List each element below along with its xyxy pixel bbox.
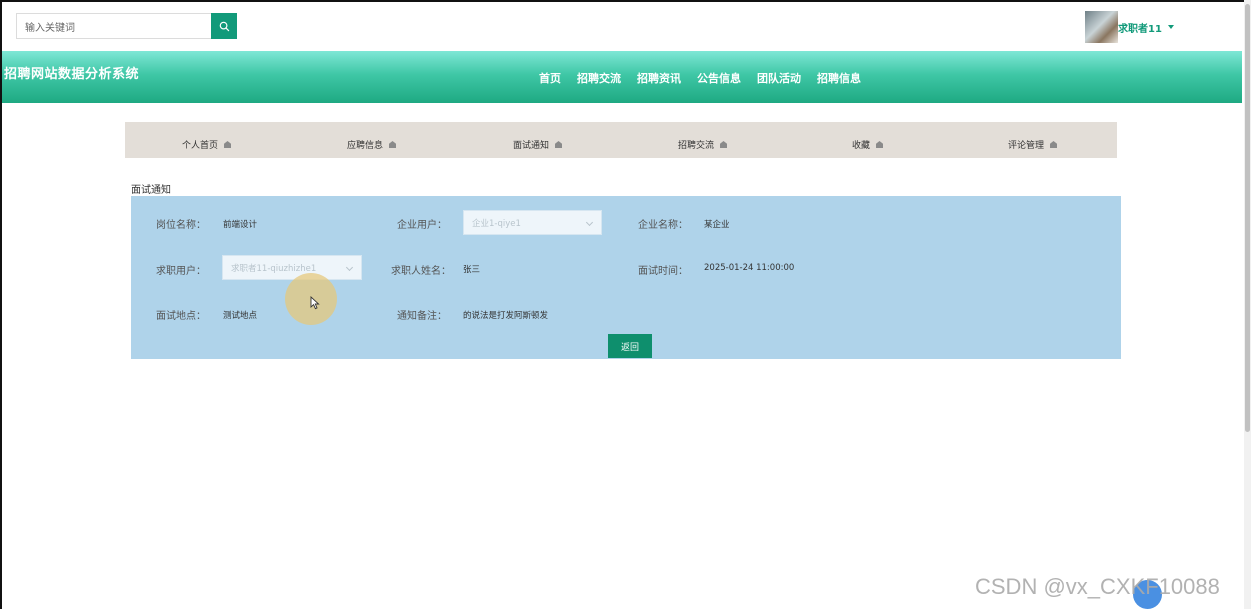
- site-title: 招聘网站数据分析系统: [4, 67, 140, 82]
- company-user-value: 企业1-qiye1: [472, 218, 521, 229]
- user-name[interactable]: 求职者11: [1118, 20, 1162, 35]
- submenu-item-favorites[interactable]: 收藏: [852, 138, 884, 151]
- submenu-item-label: 评论管理: [1008, 141, 1045, 151]
- home-icon: [389, 141, 397, 148]
- avatar[interactable]: [1085, 11, 1118, 43]
- company-user-select[interactable]: 企业1-qiye1: [463, 210, 602, 235]
- nav-item-news[interactable]: 招聘资讯: [637, 70, 681, 86]
- search-placeholder: 输入关键词: [25, 22, 75, 34]
- mouse-cursor-icon: [310, 296, 320, 310]
- main-nav: 首页 招聘交流 招聘资讯 公告信息 团队活动 招聘信息: [539, 70, 877, 86]
- window-top-edge: [0, 0, 1251, 2]
- job-user-value: 求职者11-qiuzhizhe1: [231, 263, 317, 274]
- remark-label: 通知备注：: [397, 311, 447, 322]
- back-button[interactable]: 返回: [608, 334, 652, 358]
- search-button[interactable]: [211, 13, 237, 39]
- home-icon: [876, 141, 884, 148]
- submenu-item-label: 个人首页: [182, 141, 219, 151]
- nav-item-announcements[interactable]: 公告信息: [697, 70, 741, 86]
- submenu-item-label: 收藏: [852, 141, 871, 151]
- interview-time-value: 2025-01-24 11:00:00: [704, 263, 795, 273]
- interview-time-label: 面试时间：: [638, 266, 688, 277]
- nav-item-exchange[interactable]: 招聘交流: [577, 70, 621, 86]
- user-submenu: 个人首页 应聘信息 面试通知 招聘交流 收藏 评论管理: [125, 122, 1117, 158]
- position-label: 岗位名称：: [156, 220, 206, 231]
- location-label: 面试地点：: [156, 311, 206, 322]
- nav-item-team-activities[interactable]: 团队活动: [757, 70, 801, 86]
- applicant-name-label: 求职人姓名：: [391, 266, 451, 277]
- chevron-down-icon: [585, 218, 594, 227]
- submenu-item-label: 招聘交流: [678, 141, 715, 151]
- scrollbar-thumb[interactable]: [1245, 4, 1250, 432]
- location-value: 测试地点: [223, 311, 258, 321]
- search-icon: [219, 21, 229, 31]
- home-icon: [555, 141, 563, 148]
- company-name-value: 某企业: [704, 220, 730, 230]
- position-value: 前端设计: [223, 220, 258, 230]
- home-icon: [1050, 141, 1058, 148]
- nav-item-home[interactable]: 首页: [539, 70, 561, 86]
- job-user-label: 求职用户：: [156, 266, 206, 277]
- submenu-item-applications[interactable]: 应聘信息: [347, 138, 397, 151]
- submenu-item-profile[interactable]: 个人首页: [182, 138, 232, 151]
- submenu-item-comments[interactable]: 评论管理: [1008, 138, 1058, 151]
- remark-value: 的说法是打发阿斯顿发: [463, 311, 549, 321]
- nav-item-jobs[interactable]: 招聘信息: [817, 70, 861, 86]
- company-name-label: 企业名称：: [638, 220, 688, 231]
- applicant-name-value: 张三: [463, 265, 481, 275]
- company-user-label: 企业用户：: [397, 220, 447, 231]
- submenu-item-exchange[interactable]: 招聘交流: [678, 138, 728, 151]
- section-title: 面试通知: [131, 185, 171, 196]
- home-icon: [720, 141, 728, 148]
- caret-down-icon[interactable]: [1168, 25, 1174, 29]
- watermark: CSDN @vx_CXKF10088: [975, 574, 1220, 599]
- submenu-item-interview-notices[interactable]: 面试通知: [513, 138, 563, 151]
- submenu-item-label: 面试通知: [513, 141, 550, 151]
- submenu-item-label: 应聘信息: [347, 141, 384, 151]
- home-icon: [224, 141, 232, 148]
- search-input[interactable]: 输入关键词: [16, 13, 211, 39]
- chevron-down-icon: [345, 263, 354, 272]
- job-user-select[interactable]: 求职者11-qiuzhizhe1: [222, 255, 362, 280]
